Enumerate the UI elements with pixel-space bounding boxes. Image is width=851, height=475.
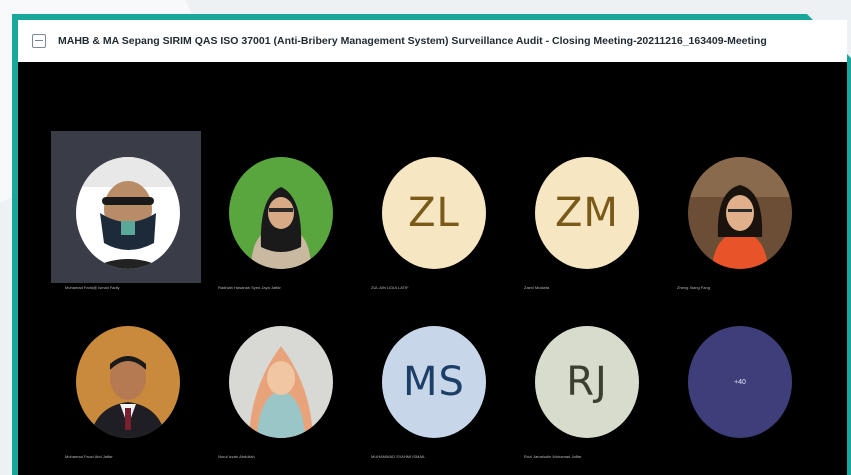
window-title: MAHB & MA Sepang SIRIM QAS ISO 37001 (An…	[58, 35, 767, 47]
profile-photo-masked-man	[76, 157, 180, 269]
profile-photo-woman-hijab-2	[229, 326, 333, 438]
participant-tile-5[interactable]: Zheng Xiang Fang	[663, 131, 813, 290]
profile-photo-woman-hijab	[229, 157, 333, 269]
more-participants-count: +40	[734, 378, 746, 386]
participant-tile-7[interactable]: Nurul Izzah Abdullah	[204, 300, 354, 459]
profile-photo-woman	[688, 157, 792, 269]
window-icon[interactable]	[32, 34, 46, 48]
participant-avatar	[76, 326, 180, 438]
more-participants-badge[interactable]: +40	[688, 326, 792, 438]
participant-avatar	[76, 157, 180, 269]
participant-initials: MS	[403, 359, 465, 405]
participant-name: Zaimi Mustafa	[524, 285, 550, 290]
participant-avatar	[229, 326, 333, 438]
participant-name: Nurul Izzah Abdullah	[218, 454, 255, 459]
participant-initials: ZL	[408, 190, 460, 236]
meeting-window: MAHB & MA Sepang SIRIM QAS ISO 37001 (An…	[18, 20, 847, 475]
participant-tile-3[interactable]: ZL ZUL AIN LIDIA LATIF	[357, 131, 507, 290]
participant-avatar: MS	[382, 326, 486, 438]
participant-name: Radhiah Hasanah Syed Jaya Jaffar	[218, 285, 281, 290]
participant-name: Mohamad Fauzi Abd Jaffar	[65, 454, 113, 459]
participant-avatar: ZL	[382, 157, 486, 269]
profile-photo-man-suit	[76, 326, 180, 438]
participant-tile-2[interactable]: Radhiah Hasanah Syed Jaya Jaffar	[204, 131, 354, 290]
participant-tile-8[interactable]: MS MUHAMMAD SYAHMI ISMAIL	[357, 300, 507, 459]
more-participants-tile[interactable]: +40	[663, 300, 813, 452]
participant-avatar	[688, 157, 792, 269]
participant-initials: RJ	[566, 359, 608, 405]
participant-initials: ZM	[555, 190, 619, 236]
participant-tile-6[interactable]: Mohamad Fauzi Abd Jaffar	[51, 300, 201, 459]
participant-name: MUHAMMAD SYAHMI ISMAIL	[371, 454, 426, 459]
participant-tile-4[interactable]: ZM Zaimi Mustafa	[510, 131, 660, 290]
participant-avatar: ZM	[535, 157, 639, 269]
participant-avatar	[229, 157, 333, 269]
participant-avatar: RJ	[535, 326, 639, 438]
participant-tile-1[interactable]: Mohamad Farid@ Ismail Fadly	[51, 131, 201, 290]
participant-name: Mohamad Farid@ Ismail Fadly	[65, 285, 120, 290]
participant-name: ZUL AIN LIDIA LATIF	[371, 285, 409, 290]
participant-tile-9[interactable]: RJ Rozi Jamaludin Mohamad Jaffar	[510, 300, 660, 459]
title-bar: MAHB & MA Sepang SIRIM QAS ISO 37001 (An…	[18, 20, 847, 62]
participant-name: Rozi Jamaludin Mohamad Jaffar	[524, 454, 582, 459]
participant-name: Zheng Xiang Fang	[677, 285, 710, 290]
